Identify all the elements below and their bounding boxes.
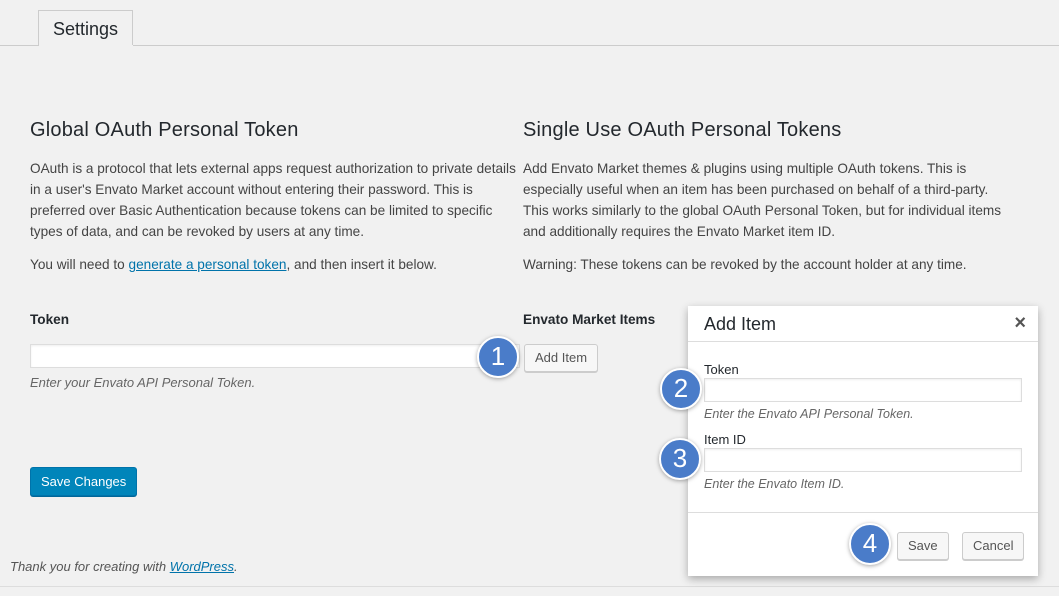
modal-item-id-label: Item ID xyxy=(704,432,746,447)
modal-token-input[interactable] xyxy=(704,378,1022,402)
instruction-suffix: , and then insert it below. xyxy=(286,257,437,272)
callout-badge-1: 1 xyxy=(477,336,519,378)
token-help-text: Enter your Envato API Personal Token. xyxy=(30,375,256,390)
modal-save-button[interactable]: Save xyxy=(897,532,949,560)
modal-header: Add Item × xyxy=(688,306,1038,342)
modal-title: Add Item xyxy=(704,314,777,334)
footer-divider xyxy=(0,586,1059,587)
token-input[interactable] xyxy=(30,344,520,368)
generate-token-link[interactable]: generate a personal token xyxy=(129,257,287,272)
global-token-instruction: You will need to generate a personal tok… xyxy=(30,254,522,275)
single-token-section: Single Use OAuth Personal Tokens Add Env… xyxy=(523,118,1015,287)
modal-token-help: Enter the Envato API Personal Token. xyxy=(704,407,914,421)
tab-cover xyxy=(39,45,133,47)
global-token-section: Global OAuth Personal Token OAuth is a p… xyxy=(30,118,522,287)
single-token-description: Add Envato Market themes & plugins using… xyxy=(523,161,1002,239)
modal-cancel-button[interactable]: Cancel xyxy=(962,532,1025,560)
save-changes-button[interactable]: Save Changes xyxy=(30,467,138,496)
close-icon[interactable]: × xyxy=(1014,312,1026,335)
single-token-title: Single Use OAuth Personal Tokens xyxy=(523,119,842,141)
instruction-prefix: You will need to xyxy=(30,257,129,272)
single-token-warning: Warning: These tokens can be revoked by … xyxy=(523,257,967,272)
global-token-title: Global OAuth Personal Token xyxy=(30,119,299,141)
footer-suffix: . xyxy=(234,559,238,574)
tab-settings[interactable]: Settings xyxy=(38,10,134,46)
add-item-button[interactable]: Add Item xyxy=(524,344,599,372)
footer-prefix: Thank you for creating with xyxy=(10,559,170,574)
modal-item-id-input[interactable] xyxy=(704,448,1022,472)
wordpress-link[interactable]: WordPress xyxy=(170,559,234,574)
callout-badge-2: 2 xyxy=(660,368,702,410)
token-label: Token xyxy=(30,312,70,327)
footer-text: Thank you for creating with WordPress. xyxy=(10,559,238,574)
modal-item-id-help: Enter the Envato Item ID. xyxy=(704,477,845,491)
global-token-description: OAuth is a protocol that lets external a… xyxy=(30,161,516,239)
callout-badge-3: 3 xyxy=(659,438,701,480)
envato-items-label: Envato Market Items xyxy=(523,312,656,327)
modal-token-label: Token xyxy=(704,362,739,377)
callout-badge-4: 4 xyxy=(849,523,891,565)
tab-bar xyxy=(0,0,1059,46)
